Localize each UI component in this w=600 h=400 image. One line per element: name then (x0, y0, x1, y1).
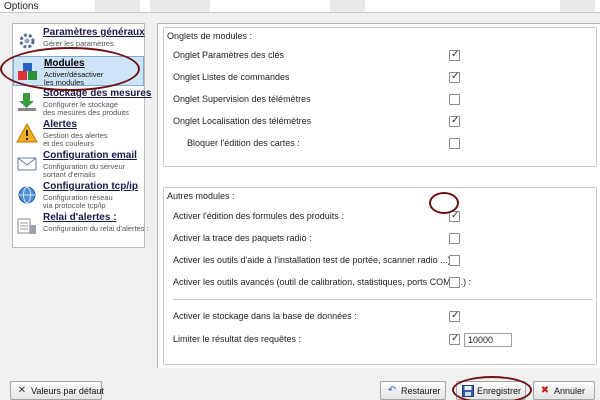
stockage-base-donnees-checkbox[interactable] (449, 310, 460, 322)
sidebar-item-parametres-generaux[interactable]: Paramètres généraux Gérer les paramètres (13, 26, 145, 56)
onglet-parametres-cles-checkbox[interactable] (449, 49, 460, 61)
network-globe-icon (16, 185, 38, 205)
sidebar-item-configuration-email[interactable]: Configuration email Configuration du ser… (13, 149, 144, 179)
option-label: Activer l'édition des formules des produ… (173, 211, 344, 221)
onglet-localisation-checkbox[interactable] (449, 115, 460, 127)
option-label: Activer la trace des paquets radio : (173, 233, 312, 243)
trace-paquets-radio-checkbox[interactable] (449, 233, 460, 244)
sidebar-item-subtitle: sortant d'emails (43, 170, 96, 179)
gear-icon (16, 31, 38, 51)
onglet-parametres-cles-row: Onglet Paramètres des clés (173, 49, 593, 63)
option-label: Onglet Supervision des télémètres (173, 94, 311, 104)
button-label: Restaurer (401, 386, 441, 396)
outils-aide-installation-checkbox[interactable] (449, 255, 460, 266)
trace-paquets-radio-row: Activer la trace des paquets radio : (173, 232, 593, 246)
sidebar-item-title: Configuration tcp/ip (43, 181, 138, 192)
outils-avances-checkbox[interactable] (449, 277, 460, 288)
floppy-disk-icon (462, 385, 474, 397)
button-label: Valeurs par défaut (31, 386, 104, 396)
cancel-x-icon: ✖ (540, 385, 550, 396)
title-bar: Options (0, 0, 600, 13)
edition-formules-checkbox[interactable] (449, 210, 460, 222)
alert-triangle-icon (16, 122, 38, 143)
sidebar-item-relai-alertes[interactable]: Relai d'alertes : Configuration du relai… (13, 211, 149, 241)
onglet-supervision-row: Onglet Supervision des télémètres (173, 93, 593, 107)
option-label: Onglet Listes de commandes (173, 72, 290, 82)
restore-button[interactable]: ↶ Restaurer (380, 381, 446, 400)
sidebar-item-title: Paramètres généraux (43, 27, 145, 38)
background-window-artifact (330, 0, 365, 12)
window-title: Options (4, 1, 39, 12)
sidebar-item-title: Configuration email (43, 150, 137, 161)
sidebar-item-title: Alertes (43, 119, 77, 130)
sidebar-item-subtitle: les modules (44, 78, 85, 87)
options-window: Paramètres généraux Gérer les paramètres… (0, 13, 600, 400)
email-icon (16, 154, 38, 174)
default-values-button[interactable]: ✕ Valeurs par défaut (10, 381, 104, 400)
sidebar-item-title: Modules (44, 58, 85, 69)
background-window-artifact (95, 0, 140, 12)
cancel-button[interactable]: ✖ Annuler (533, 381, 595, 400)
group-title: Onglets de modules : (167, 31, 253, 41)
option-label: Onglet Paramètres des clés (173, 50, 285, 60)
onglets-group: Onglets de modules : Onglet Paramètres d… (163, 27, 597, 167)
sidebar-item-stockage-mesures[interactable]: Stockage des mesures Configurer le stock… (13, 87, 151, 117)
sidebar-item-configuration-tcpip[interactable]: Configuration tcp/ip Configuration résea… (13, 180, 144, 210)
separator (173, 299, 593, 300)
outils-aide-installation-row: Activer les outils d'aide à l'installati… (173, 254, 593, 268)
group-title: Autres modules : (167, 191, 235, 201)
option-label: Activer les outils d'aide à l'installati… (173, 255, 456, 265)
autres-modules-group: Autres modules : Activer l'édition des f… (163, 187, 597, 365)
sidebar-item-subtitle: via protocole tcp/ip (43, 201, 106, 210)
edition-formules-row: Activer l'édition des formules des produ… (173, 210, 593, 224)
limiter-requetes-checkbox[interactable] (449, 333, 460, 345)
sidebar-item-alertes[interactable]: Alertes Gestion des alertes et des coule… (13, 118, 144, 148)
sidebar-item-modules[interactable]: Modules Activer/désactiver les modules (13, 56, 144, 87)
close-x-icon: ✕ (17, 385, 27, 396)
save-button[interactable]: Enregistrer (456, 381, 526, 400)
option-label: Activer les outils avancés (outil de cal… (173, 277, 472, 287)
modules-blocks-icon (17, 62, 39, 82)
option-label: Activer le stockage dans la base de donn… (173, 311, 357, 321)
option-label: Bloquer l'édition des cartes : (187, 138, 300, 148)
background-window-artifact (150, 0, 210, 12)
sidebar-item-subtitle: des mesures des produits (43, 108, 129, 117)
undo-arrow-icon: ↶ (387, 385, 397, 396)
sidebar-item-subtitle: et des couleurs (43, 139, 94, 148)
limiter-requetes-row: Limiter le résultat des requêtes : 10000 (173, 333, 593, 347)
download-arrow-icon (16, 92, 38, 112)
outils-avances-row: Activer les outils avancés (outil de cal… (173, 276, 593, 290)
option-label: Limiter le résultat des requêtes : (173, 334, 302, 344)
button-label: Annuler (554, 386, 586, 396)
stockage-base-donnees-row: Activer le stockage dans la base de donn… (173, 310, 593, 324)
background-window-artifact (560, 0, 595, 12)
sidebar-item-subtitle: Configuration du relai d'alertes : (43, 224, 149, 233)
onglet-listes-commandes-checkbox[interactable] (449, 71, 460, 83)
relay-alerts-icon (16, 216, 38, 236)
onglet-supervision-checkbox[interactable] (449, 94, 460, 105)
bloquer-edition-cartes-row: Bloquer l'édition des cartes : (173, 137, 593, 151)
bloquer-edition-cartes-checkbox[interactable] (449, 138, 460, 149)
limit-value-input[interactable]: 10000 (464, 333, 512, 347)
onglet-listes-commandes-row: Onglet Listes de commandes (173, 71, 593, 85)
onglet-localisation-row: Onglet Localisation des télémètres (173, 115, 593, 129)
sidebar-item-subtitle: Gérer les paramètres (43, 39, 114, 48)
modules-panel: Onglets de modules : Onglet Paramètres d… (157, 23, 600, 368)
sidebar-item-title: Stockage des mesures (43, 88, 152, 99)
options-sidebar: Paramètres généraux Gérer les paramètres… (12, 23, 151, 248)
sidebar-item-title: Relai d'alertes : (43, 212, 117, 223)
option-label: Onglet Localisation des télémètres (173, 116, 312, 126)
button-label: Enregistrer (477, 386, 522, 396)
